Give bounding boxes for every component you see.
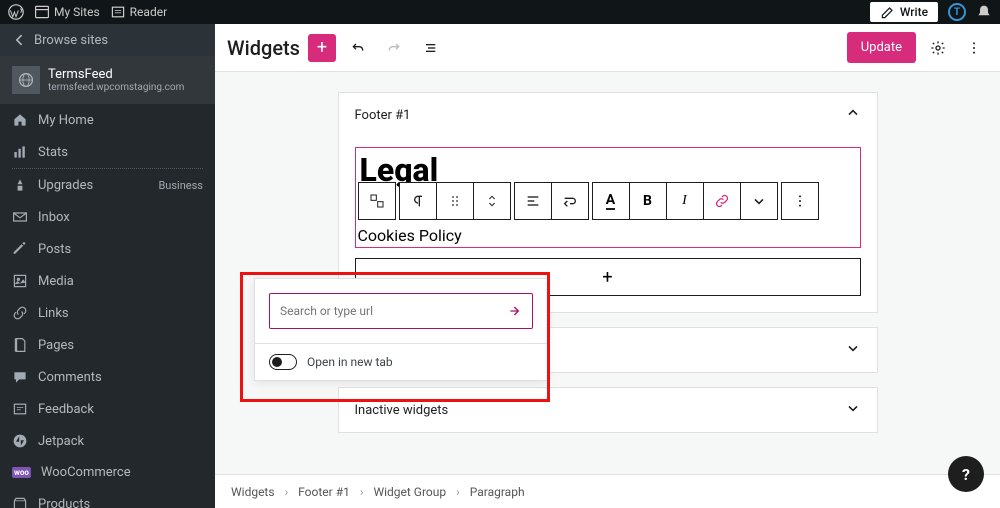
browse-sites[interactable]: Browse sites xyxy=(0,24,215,56)
block-toolbar: A B I xyxy=(358,182,858,220)
sidebar-item-links[interactable]: Links xyxy=(0,297,215,329)
undo-button[interactable] xyxy=(344,34,372,62)
selected-block-group[interactable]: Legal A B xyxy=(355,147,861,248)
block-options[interactable] xyxy=(781,182,819,220)
block-type-button[interactable] xyxy=(358,182,396,220)
align-button[interactable] xyxy=(514,182,552,220)
italic-button[interactable]: I xyxy=(666,182,704,220)
bold-button[interactable]: B xyxy=(629,182,667,220)
main-area: Widgets + Update Footer #1 Legal xyxy=(215,24,1000,508)
sidebar-item-posts[interactable]: Posts xyxy=(0,233,215,265)
sidebar-item-woocommerce[interactable]: wooWooCommerce xyxy=(0,457,215,488)
block-breadcrumb: Widgets› Footer #1› Widget Group› Paragr… xyxy=(215,474,1000,508)
sidebar-item-pages[interactable]: Pages xyxy=(0,329,215,361)
add-block-button[interactable]: + xyxy=(308,34,336,62)
write-button[interactable]: Write xyxy=(870,2,938,22)
transform-button[interactable] xyxy=(551,182,589,220)
chevron-down-icon xyxy=(845,340,861,360)
breadcrumb-item[interactable]: Paragraph xyxy=(470,485,525,499)
current-site[interactable]: TermsFeed termsfeed.wpcomstaging.com xyxy=(0,56,215,104)
open-new-tab-toggle[interactable] xyxy=(269,354,297,370)
user-avatar[interactable]: T xyxy=(948,3,966,21)
paragraph-block[interactable]: Cookies Policy xyxy=(358,226,858,245)
sidebar-item-upgrades[interactable]: UpgradesBusiness xyxy=(0,169,215,201)
help-button[interactable]: ? xyxy=(948,456,984,492)
text-color-button[interactable]: A xyxy=(592,182,630,220)
breadcrumb-item[interactable]: Widget Group xyxy=(373,485,446,499)
more-formatting[interactable] xyxy=(740,182,778,220)
link-popover: Open in new tab xyxy=(254,278,548,381)
sidebar-menu: My Home Stats UpgradesBusiness Inbox Pos… xyxy=(0,104,215,508)
options-button[interactable] xyxy=(960,34,988,62)
editor-toolbar: Widgets + Update xyxy=(215,24,1000,72)
inactive-widgets-header[interactable]: Inactive widgets xyxy=(339,388,877,432)
sidebar-item-stats[interactable]: Stats xyxy=(0,136,215,168)
site-url: termsfeed.wpcomstaging.com xyxy=(48,82,184,93)
sidebar-item-jetpack[interactable]: Jetpack xyxy=(0,425,215,457)
sidebar-item-my-home[interactable]: My Home xyxy=(0,104,215,136)
move-up-down[interactable] xyxy=(473,182,511,220)
submit-icon[interactable] xyxy=(507,303,523,323)
reader-link[interactable]: Reader xyxy=(110,4,167,20)
open-new-tab-label: Open in new tab xyxy=(307,355,393,369)
chevron-down-icon xyxy=(845,400,861,420)
page-title: Widgets xyxy=(227,36,300,60)
site-name: TermsFeed xyxy=(48,67,184,82)
redo-button[interactable] xyxy=(380,34,408,62)
breadcrumb-item[interactable]: Footer #1 xyxy=(298,485,350,499)
list-view-button[interactable] xyxy=(416,34,444,62)
widget-area-header[interactable]: Footer #1 xyxy=(339,93,877,137)
settings-button[interactable] xyxy=(924,34,952,62)
paragraph-icon[interactable] xyxy=(399,182,437,220)
sidebar-item-media[interactable]: Media xyxy=(0,265,215,297)
update-button[interactable]: Update xyxy=(847,32,916,63)
sidebar-item-inbox[interactable]: Inbox xyxy=(0,201,215,233)
chevron-up-icon xyxy=(845,105,861,125)
wp-logo[interactable] xyxy=(8,4,24,20)
inactive-widgets-panel: Inactive widgets xyxy=(338,387,878,433)
breadcrumb-item[interactable]: Widgets xyxy=(231,485,275,499)
notifications-icon[interactable] xyxy=(976,4,992,20)
sidebar-item-comments[interactable]: Comments xyxy=(0,361,215,393)
sidebar-item-feedback[interactable]: Feedback xyxy=(0,393,215,425)
site-icon xyxy=(12,66,40,94)
drag-handle[interactable] xyxy=(436,182,474,220)
sidebar-item-products[interactable]: Products xyxy=(0,488,215,508)
admin-sidebar: Browse sites TermsFeed termsfeed.wpcomst… xyxy=(0,24,215,508)
admin-topbar: My Sites Reader Write T xyxy=(0,0,1000,24)
link-button[interactable] xyxy=(703,182,741,220)
editor-canvas: Footer #1 Legal xyxy=(215,72,1000,474)
my-sites-link[interactable]: My Sites xyxy=(34,4,100,20)
link-url-input[interactable] xyxy=(269,293,533,329)
